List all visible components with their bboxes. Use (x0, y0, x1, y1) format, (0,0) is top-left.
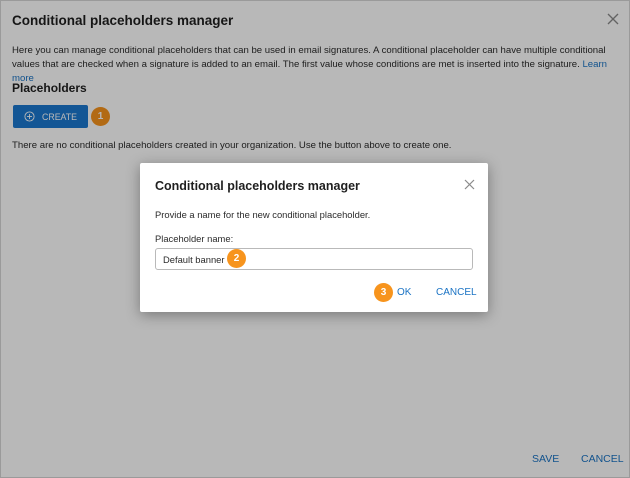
modal-description: Provide a name for the new conditional p… (155, 209, 371, 220)
step-badge-3: 3 (374, 283, 393, 302)
step-badge-2: 2 (227, 249, 246, 268)
create-placeholder-modal: Conditional placeholders manager Provide… (140, 163, 488, 312)
modal-title: Conditional placeholders manager (155, 179, 360, 193)
placeholder-name-label: Placeholder name: (155, 233, 234, 244)
ok-button[interactable]: OK (397, 287, 411, 298)
placeholder-name-value: Default banner (163, 253, 225, 265)
placeholder-name-input[interactable]: Default banner (155, 248, 473, 270)
modal-cancel-button[interactable]: CANCEL (436, 287, 477, 298)
close-icon[interactable] (464, 179, 475, 190)
